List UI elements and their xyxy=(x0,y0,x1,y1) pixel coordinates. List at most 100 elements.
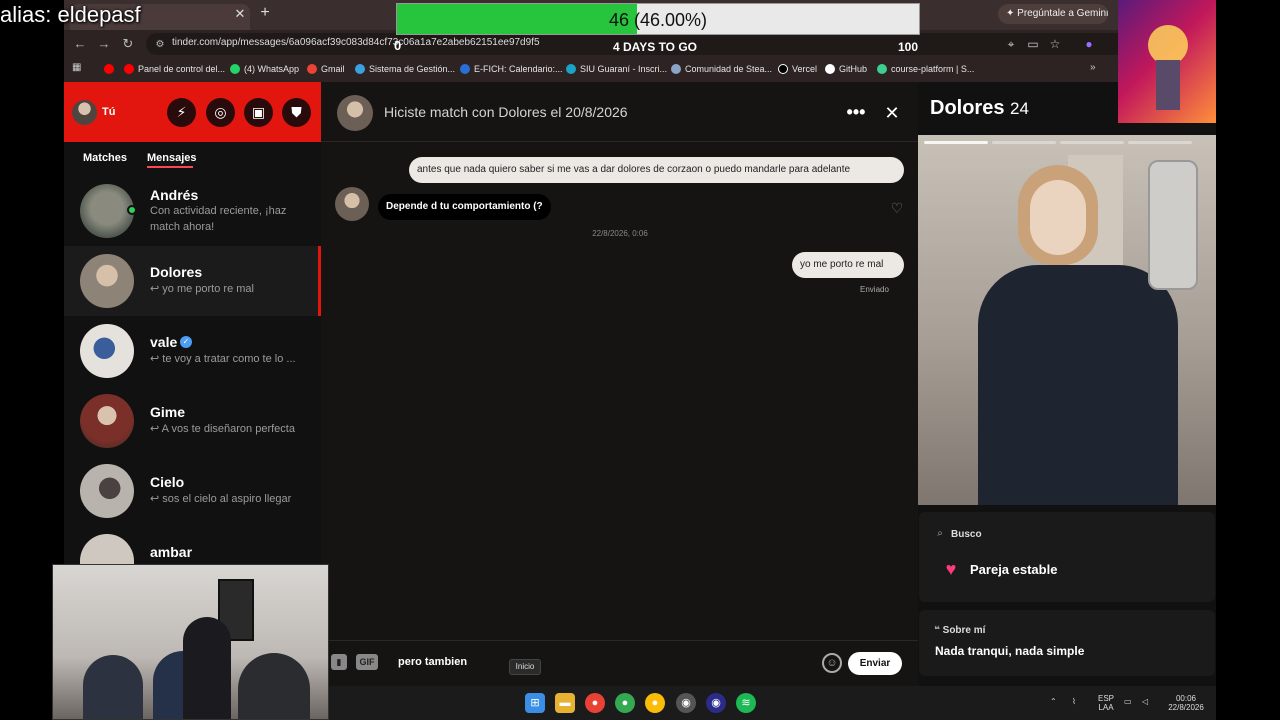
volume-icon[interactable]: ◁ xyxy=(1142,697,1148,706)
location-icon[interactable]: ⌖ xyxy=(1002,35,1020,53)
shield-icon[interactable]: ⛊ xyxy=(282,98,311,127)
person xyxy=(238,653,310,719)
conversation-name: Cielo xyxy=(150,474,185,490)
forward-icon[interactable]: → xyxy=(94,34,114,54)
sticker-glow xyxy=(1148,25,1188,65)
profile-photo[interactable] xyxy=(918,135,1216,505)
photo-indicator xyxy=(992,141,1056,144)
bookmark-icon xyxy=(825,64,835,74)
looking-for-value: Pareja estable xyxy=(970,562,1058,577)
boost-icon[interactable]: ⚡ xyxy=(167,98,196,127)
bookmark-item[interactable]: (4) WhatsApp xyxy=(230,62,299,76)
bookmarks-overflow-icon[interactable]: » xyxy=(1090,62,1096,73)
bookmark-icon xyxy=(877,64,887,74)
chrome-icon[interactable]: ● xyxy=(645,693,665,713)
bookmark-item[interactable]: Vercel xyxy=(778,62,817,76)
online-indicator xyxy=(127,205,137,215)
more-options-icon[interactable]: ••• xyxy=(842,99,870,125)
profile-age: 24 xyxy=(1010,99,1029,118)
tray-chevron-icon[interactable]: ⌃ xyxy=(1050,697,1057,706)
emoji-icon[interactable]: ☺ xyxy=(822,653,842,673)
send-button[interactable]: Enviar xyxy=(848,652,902,675)
looking-for-card xyxy=(919,512,1215,602)
taskbar xyxy=(329,686,1216,720)
avatar xyxy=(80,254,134,308)
cast-icon[interactable]: ▭ xyxy=(1024,35,1042,53)
explore-icon[interactable]: ◎ xyxy=(206,98,235,127)
clock[interactable]: 00:06 22/8/2026 xyxy=(1160,694,1212,712)
streamer-alias: alias: eldepasf xyxy=(0,2,141,27)
network-icon[interactable]: ⌇ xyxy=(1072,697,1076,706)
chrome-icon[interactable]: ● xyxy=(615,693,635,713)
conversation-preview: ↩ sos el cielo al aspiro llegar xyxy=(150,493,292,505)
avatar[interactable] xyxy=(72,100,97,125)
person xyxy=(183,617,231,719)
tab-matches[interactable]: Matches xyxy=(83,152,127,164)
bookmark-icon xyxy=(124,64,134,74)
bookmark-icon xyxy=(355,64,365,74)
bookmark-icon xyxy=(566,64,576,74)
close-icon[interactable]: ✕ xyxy=(880,101,904,125)
bookmark-item[interactable]: course-platform | S... xyxy=(877,62,974,76)
gif-button[interactable]: GIF xyxy=(356,654,378,670)
message-bubble-incoming: Depende d tu comportamiento (? xyxy=(378,194,551,220)
avatar xyxy=(80,324,134,378)
windows-start-icon[interactable]: ⊞ xyxy=(525,693,545,713)
photo-indicator xyxy=(1060,141,1124,144)
message-bubble-outgoing: antes que nada quiero saber si me vas a … xyxy=(409,157,904,183)
bookmark-icon xyxy=(104,64,114,74)
bookmark-item[interactable]: Panel de control del... xyxy=(124,62,225,76)
gemini-button[interactable]: ✦ Pregúntale a Gemini xyxy=(998,4,1108,24)
chrome-icon[interactable]: ● xyxy=(585,693,605,713)
conversation-name: ambar xyxy=(150,544,193,560)
bookmark-item[interactable]: E-FICH: Calendario:... xyxy=(460,62,563,76)
reload-icon[interactable]: ↻ xyxy=(118,34,138,54)
apps-grid-icon[interactable]: ▦ xyxy=(72,62,84,74)
sticker-icon[interactable]: ▮ xyxy=(331,654,347,670)
photo-body xyxy=(978,265,1178,505)
conversation-name: Andrés xyxy=(150,187,199,203)
monitor-icon[interactable]: ▭ xyxy=(1124,697,1132,706)
new-tab-icon[interactable]: + xyxy=(256,4,274,22)
goal-progress-label: 46 (46.00%) xyxy=(608,10,708,30)
bookmark-item[interactable]: Gmail xyxy=(307,62,345,76)
clock-date: 22/8/2026 xyxy=(1168,703,1204,712)
photo-indicator xyxy=(924,141,988,144)
tab-messages[interactable]: Mensajes xyxy=(147,152,197,164)
avatar[interactable] xyxy=(337,95,373,131)
conversation-preview: ↩ yo me porto re mal xyxy=(150,283,254,295)
bookmark-item[interactable]: GitHub xyxy=(825,62,867,76)
chat-title: Hiciste match con Dolores el 20/8/2026 xyxy=(384,104,628,120)
extension-icon[interactable]: ● xyxy=(1080,35,1098,53)
heart-icon[interactable]: ♡ xyxy=(888,199,906,217)
avatar xyxy=(80,464,134,518)
tab-close-icon[interactable]: ✕ xyxy=(232,6,248,22)
avatar xyxy=(335,187,369,221)
goal-end-value: 100 xyxy=(898,40,919,54)
bookmark-item[interactable]: Sistema de Gestión... xyxy=(355,62,455,76)
conversation-name: Dolores xyxy=(150,264,203,280)
bookmark-item[interactable] xyxy=(104,62,114,76)
conversation-preview: Con actividad reciente, ¡haz xyxy=(150,205,287,217)
bookmark-icon xyxy=(460,64,470,74)
profile-name: Dolores 24 xyxy=(930,97,1029,120)
file-explorer-icon[interactable]: ▬ xyxy=(555,693,575,713)
site-info-icon[interactable]: ⚙ xyxy=(150,35,170,55)
bookmark-item[interactable]: Comunidad de Stea... xyxy=(671,62,772,76)
obs-icon[interactable]: ◉ xyxy=(706,693,726,713)
bookmark-item[interactable]: SIU Guaraní - Inscri... xyxy=(566,62,667,76)
briefcase-icon[interactable]: ▣ xyxy=(244,98,273,127)
language-bottom: LAA xyxy=(1098,703,1114,712)
conversation-preview: ↩ A vos te diseñaron perfecta xyxy=(150,423,295,435)
message-input[interactable]: pero tambien xyxy=(398,656,467,668)
back-icon[interactable]: ← xyxy=(70,34,90,54)
spotify-icon[interactable]: ≋ xyxy=(736,693,756,713)
bookmark-star-icon[interactable]: ☆ xyxy=(1046,35,1064,53)
conversation-name: Gime xyxy=(150,404,186,420)
language-indicator[interactable]: ESP LAA xyxy=(1096,694,1116,712)
verified-badge-icon: ✓ xyxy=(180,336,192,348)
gemini-label: Pregúntale a Gemini xyxy=(1017,8,1108,19)
about-card xyxy=(919,610,1215,676)
app-icon[interactable]: ◉ xyxy=(676,693,696,713)
clock-time: 00:06 xyxy=(1175,694,1197,703)
